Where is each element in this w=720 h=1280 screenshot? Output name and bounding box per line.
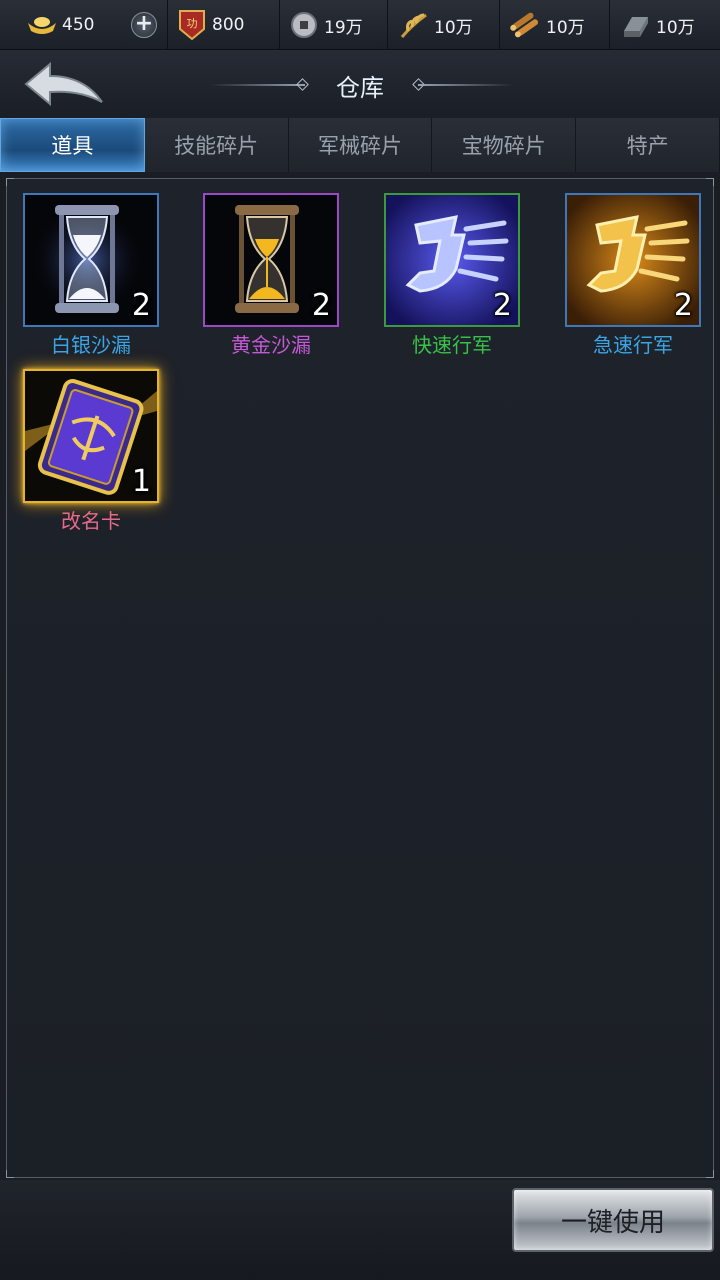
merit-badge-icon: 功: [176, 9, 208, 41]
item-count: 2: [131, 288, 151, 323]
item-frame[interactable]: 2: [565, 193, 701, 327]
inventory-item-rapid-march[interactable]: 2 急速行军: [565, 193, 701, 358]
item-frame[interactable]: 2: [23, 193, 159, 327]
resource-iron[interactable]: 10万: [610, 0, 720, 50]
item-count: 2: [673, 288, 693, 323]
svg-text:功: 功: [187, 17, 198, 30]
iron-icon: [620, 9, 652, 41]
tab-treasure-fragments[interactable]: 宝物碎片: [432, 118, 577, 172]
panel-corner: [706, 1170, 714, 1178]
tab-bar: 道具 技能碎片 军械碎片 宝物碎片 特产: [0, 118, 720, 172]
resource-wood[interactable]: 10万: [500, 0, 610, 50]
title-ornament-right: [418, 84, 513, 86]
inventory-item-quick-march[interactable]: 2 快速行军: [384, 193, 520, 358]
resource-copper[interactable]: 19万: [280, 0, 388, 50]
item-name: 黄金沙漏: [231, 333, 311, 357]
grain-value: 10万: [434, 17, 473, 38]
resource-ingot[interactable]: 450 +: [0, 0, 168, 50]
inventory-item-gold-hourglass[interactable]: 2 黄金沙漏: [203, 193, 339, 358]
tab-skill-fragments[interactable]: 技能碎片: [144, 118, 289, 172]
add-ingot-button[interactable]: +: [131, 12, 157, 38]
ingot-icon: [26, 9, 58, 41]
resource-bar: 450 + 功 800 19万 10万 10万 10万: [0, 0, 720, 50]
tab-items[interactable]: 道具: [0, 118, 145, 172]
inventory-item-silver-hourglass[interactable]: 2 白银沙漏: [23, 193, 159, 358]
wood-value: 10万: [546, 17, 585, 38]
item-name: 改名卡: [61, 509, 121, 533]
copper-coin-icon: [288, 9, 320, 41]
copper-value: 19万: [324, 17, 363, 38]
item-frame[interactable]: 1: [23, 369, 159, 503]
item-count: 1: [131, 464, 151, 499]
item-count: 2: [311, 288, 331, 323]
panel-corner: [706, 178, 714, 186]
item-frame[interactable]: 2: [203, 193, 339, 327]
item-name: 快速行军: [412, 333, 492, 357]
page-title: 仓库: [336, 74, 384, 102]
item-name: 白银沙漏: [51, 333, 131, 357]
item-frame[interactable]: 2: [384, 193, 520, 327]
item-name: 急速行军: [593, 333, 673, 357]
wood-icon: [510, 9, 542, 41]
use-all-button[interactable]: 一键使用: [512, 1188, 714, 1252]
resource-merit[interactable]: 功 800: [168, 0, 280, 50]
grain-icon: [398, 9, 430, 41]
iron-value: 10万: [656, 17, 695, 38]
tab-specialties[interactable]: 特产: [576, 118, 720, 172]
panel-corner: [6, 178, 14, 186]
inventory-item-rename-card[interactable]: 1 改名卡: [23, 369, 159, 534]
tab-armory-fragments[interactable]: 军械碎片: [288, 118, 433, 172]
resource-grain[interactable]: 10万: [388, 0, 500, 50]
inventory-panel: 2 白银沙漏 2 黄金沙漏 2 快速行军 2 急速行军 1 改名卡: [6, 178, 714, 1178]
merit-value: 800: [212, 15, 245, 35]
ingot-value: 450: [62, 15, 95, 35]
item-count: 2: [492, 288, 512, 323]
panel-corner: [6, 1170, 14, 1178]
header: 仓库: [0, 50, 720, 118]
